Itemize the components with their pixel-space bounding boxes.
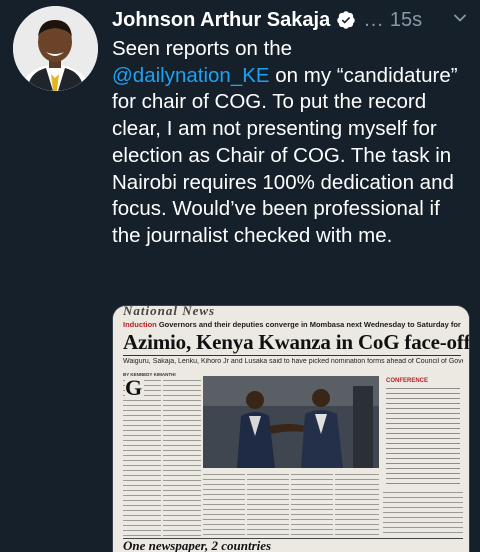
article-column [123,378,161,536]
divider [123,355,461,356]
verified-badge-icon [337,11,355,29]
avatar[interactable] [13,6,98,91]
article-column [383,490,463,536]
article-column [247,472,289,536]
profile-photo [13,6,98,91]
timestamp[interactable]: 15s [390,9,422,32]
newspaper-clipping: National News Induction Governors and th… [113,306,469,552]
newspaper-headline: Azimio, Kenya Kwanza in CoG face-off [123,330,470,354]
article-column [335,472,379,536]
kicker-tag: Induction [123,320,157,329]
tweet-media-image[interactable]: National News Induction Governors and th… [112,305,470,552]
kicker-text: Governors and their deputies converge in… [158,320,463,329]
author-name[interactable]: Johnson Arthur Sakaja [112,9,330,32]
news-photo [203,376,379,468]
tweet-text: Seen reports on the @dailynation_KE on my… [112,36,472,250]
newspaper-standfirst: Waiguru, Sakaja, Lenku, Kihoro Jr and Lu… [123,358,463,365]
article-column [163,378,201,536]
article-column [291,472,333,536]
sidebar-box: CONFERENCE [383,376,463,486]
newspaper-kicker: Induction Governors and their deputies c… [123,320,463,329]
tweet-text-rest: on my “candidature” for chair of COG. To… [112,63,458,247]
tweet-text-start: Seen reports on the [112,37,293,60]
sidebar-box-title: CONFERENCE [386,378,429,384]
handle[interactable]: ... [364,9,384,32]
mention-link[interactable]: @dailynation_KE [112,64,270,87]
sidebar-box-text [386,386,460,486]
newspaper-banner: One newspaper, 2 countries [123,538,463,552]
chevron-down-icon[interactable] [450,8,470,28]
article-column [203,472,245,536]
newspaper-section: National News [123,306,216,318]
article-dropcap: G [125,375,145,400]
tweet-header: Johnson Arthur Sakaja ... 15s [112,6,470,34]
